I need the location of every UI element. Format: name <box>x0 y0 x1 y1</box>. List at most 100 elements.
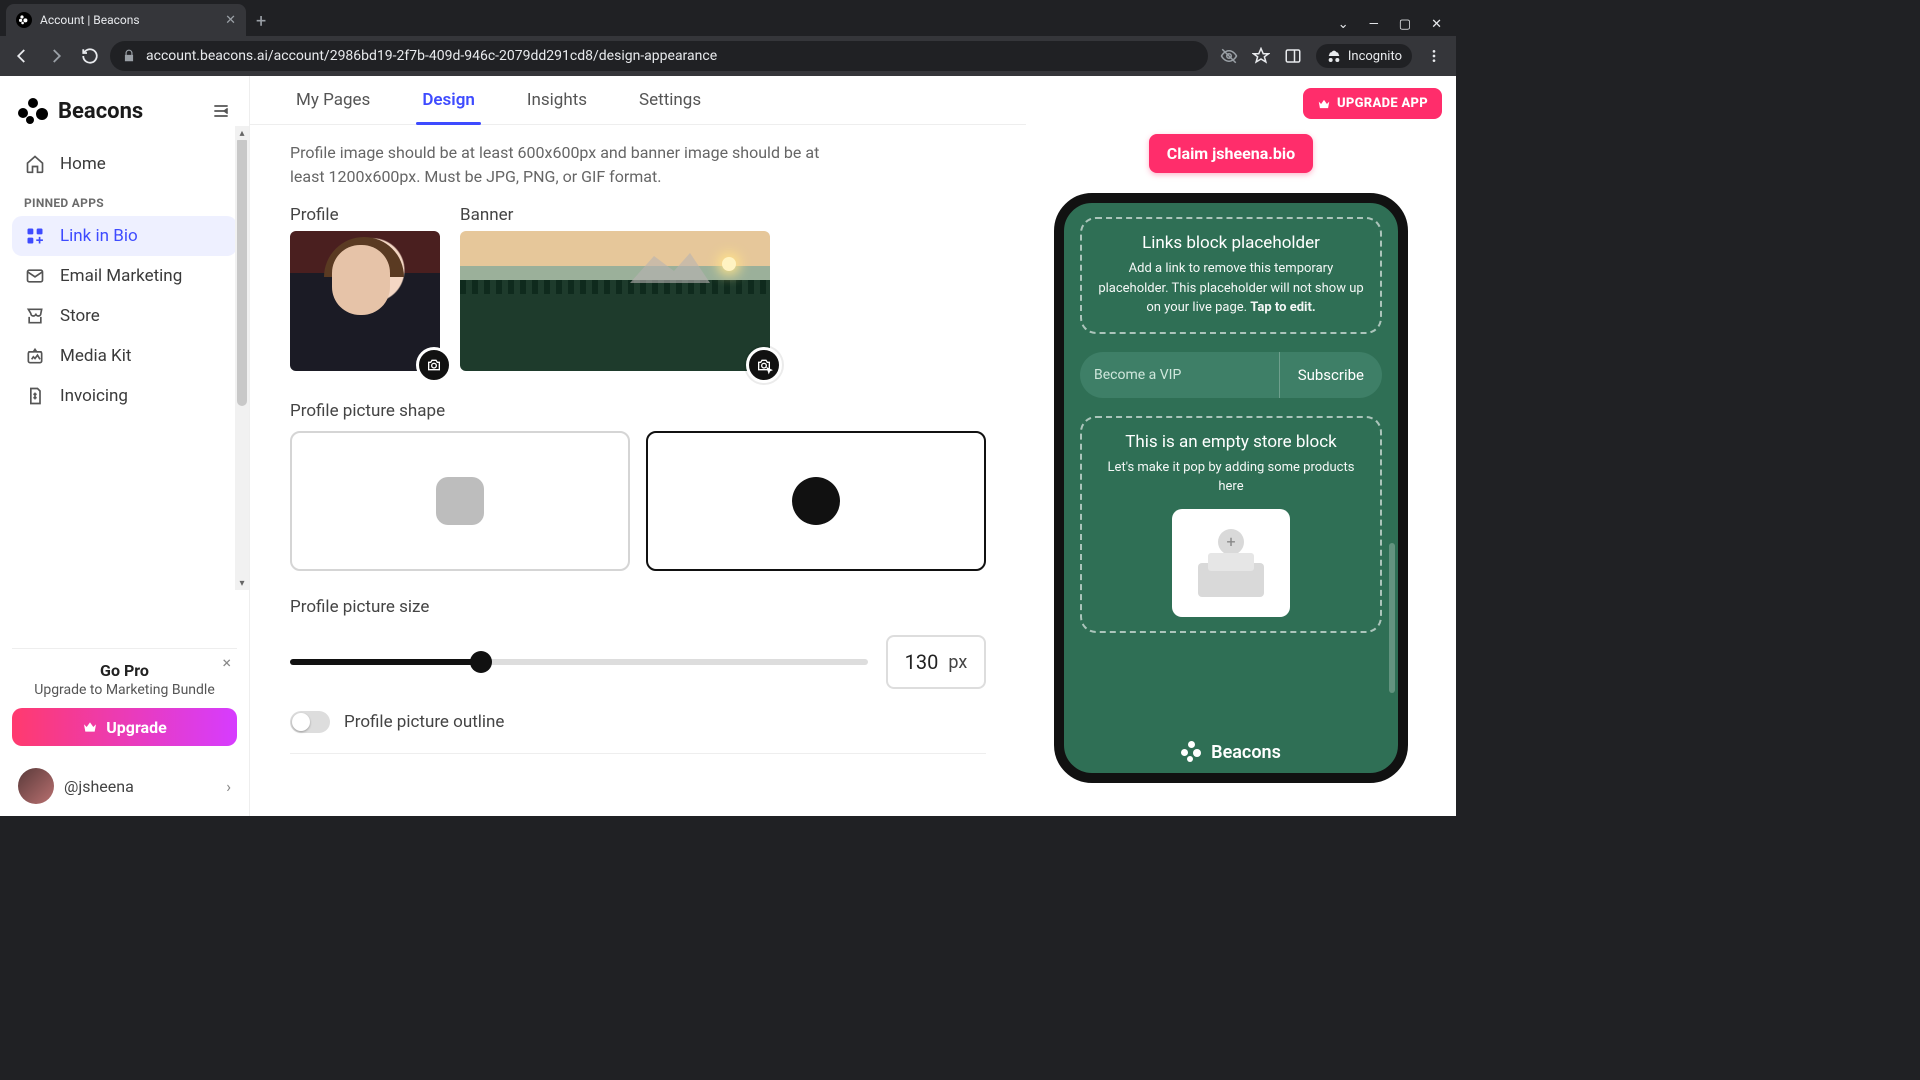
claim-domain-button[interactable]: Claim jsheena.bio <box>1149 134 1313 173</box>
sidebar-item-invoicing[interactable]: Invoicing <box>12 376 237 416</box>
sidebar-item-label: Store <box>60 306 100 326</box>
window-minimize-icon[interactable]: ― <box>1369 17 1379 32</box>
url-text: account.beacons.ai/account/2986bd19-2f7b… <box>146 48 717 64</box>
incognito-label: Incognito <box>1348 49 1402 64</box>
eye-off-icon[interactable] <box>1220 47 1238 65</box>
preview-store-body: Let's make it pop by adding some product… <box>1094 458 1368 497</box>
window-controls: ⌄ ― ▢ ✕ <box>1324 17 1456 36</box>
window-maximize-icon[interactable]: ▢ <box>1399 17 1411 32</box>
shape-option-square[interactable] <box>290 431 630 571</box>
tab-title: Account | Beacons <box>40 13 140 27</box>
media-kit-icon <box>24 346 46 366</box>
brand-logo-icon <box>1181 741 1203 763</box>
sidebar-item-email-marketing[interactable]: Email Marketing <box>12 256 237 296</box>
promo-card: × Go Pro Upgrade to Marketing Bundle Upg… <box>12 648 237 756</box>
upgrade-label: UPGRADE APP <box>1337 96 1428 111</box>
plus-icon: + <box>1218 529 1244 555</box>
sidebar-item-label: Invoicing <box>60 386 128 406</box>
browser-tab[interactable]: Account | Beacons ✕ <box>6 4 246 36</box>
sidebar-item-link-in-bio[interactable]: Link in Bio <box>12 216 237 256</box>
change-profile-image-button[interactable] <box>416 347 452 383</box>
brand-logo-icon <box>18 96 48 126</box>
sidebar-item-media-kit[interactable]: Media Kit <box>12 336 237 376</box>
size-unit: px <box>948 652 967 673</box>
favicon-icon <box>16 12 32 28</box>
reload-button[interactable] <box>76 42 104 70</box>
chevron-right-icon: › <box>226 777 231 796</box>
store-icon <box>24 306 46 326</box>
preview-scrollbar[interactable] <box>1389 543 1395 693</box>
incognito-icon <box>1326 48 1342 64</box>
profile-label: Profile <box>290 205 440 225</box>
phone-preview[interactable]: Links block placeholder Add a link to re… <box>1054 193 1408 783</box>
shape-label: Profile picture shape <box>290 401 986 421</box>
preview-vip-input[interactable]: Become a VIP <box>1080 352 1280 398</box>
preview-store-block[interactable]: This is an empty store block Let's make … <box>1080 416 1382 633</box>
square-shape-icon <box>436 477 484 525</box>
preview-store-title: This is an empty store block <box>1094 432 1368 452</box>
camera-icon <box>426 357 442 373</box>
size-slider[interactable] <box>290 659 868 665</box>
tab-insights[interactable]: Insights <box>521 90 593 124</box>
promo-title: Go Pro <box>12 661 237 680</box>
bookmark-star-icon[interactable] <box>1252 47 1270 65</box>
preview-vip-block[interactable]: Become a VIP Subscribe <box>1080 352 1382 398</box>
preview-footer: Beacons <box>1064 741 1398 763</box>
sidebar-scrollbar-thumb[interactable] <box>237 136 247 406</box>
lock-icon <box>122 49 136 63</box>
sidebar-collapse-button[interactable] <box>211 101 231 121</box>
outline-toggle[interactable] <box>290 711 330 733</box>
incognito-indicator[interactable]: Incognito <box>1316 44 1412 68</box>
banner-image[interactable] <box>460 231 770 371</box>
grid-plus-icon <box>24 226 46 246</box>
crown-icon <box>1317 97 1331 111</box>
sidebar-item-label: Email Marketing <box>60 266 182 286</box>
tab-my-pages[interactable]: My Pages <box>290 90 376 124</box>
tab-close-icon[interactable]: ✕ <box>225 13 236 28</box>
window-close-icon[interactable]: ✕ <box>1431 17 1442 32</box>
user-handle: @jsheena <box>64 777 134 796</box>
size-value: 130 <box>905 650 939 674</box>
promo-close-button[interactable]: × <box>222 653 231 672</box>
scroll-down-icon[interactable]: ▾ <box>235 576 249 590</box>
sidebar-item-home[interactable]: Home <box>12 144 237 184</box>
sidebar-item-store[interactable]: Store <box>12 296 237 336</box>
tab-design[interactable]: Design <box>416 90 481 124</box>
new-tab-button[interactable]: + <box>246 11 276 36</box>
forward-button[interactable] <box>42 42 70 70</box>
sidebar: Beacons ▴ ▾ Home PINNED APPS Link in Bio <box>0 76 250 816</box>
browser-toolbar: account.beacons.ai/account/2986bd19-2f7b… <box>0 36 1456 76</box>
preview-store-image-slot[interactable]: + <box>1172 509 1290 617</box>
brand-name: Beacons <box>58 99 143 124</box>
size-label: Profile picture size <box>290 597 986 617</box>
tray-icon <box>1198 563 1264 597</box>
size-value-box[interactable]: 130 px <box>886 635 986 689</box>
outline-toggle-label: Profile picture outline <box>344 712 504 732</box>
preview-links-block[interactable]: Links block placeholder Add a link to re… <box>1080 217 1382 334</box>
promo-subtitle: Upgrade to Marketing Bundle <box>12 682 237 698</box>
sidebar-section-pinned: PINNED APPS <box>12 184 237 216</box>
envelope-icon <box>24 266 46 286</box>
kebab-menu-icon[interactable] <box>1426 48 1442 64</box>
cursor-icon <box>765 366 775 376</box>
profile-image[interactable] <box>290 231 440 371</box>
back-button[interactable] <box>8 42 36 70</box>
promo-upgrade-button[interactable]: Upgrade <box>12 708 237 746</box>
upgrade-app-button[interactable]: UPGRADE APP <box>1303 88 1442 119</box>
user-menu[interactable]: @jsheena › <box>12 756 237 804</box>
preview-subscribe-button[interactable]: Subscribe <box>1280 352 1382 398</box>
circle-shape-icon <box>792 477 840 525</box>
avatar <box>18 768 54 804</box>
tab-settings[interactable]: Settings <box>633 90 707 124</box>
home-icon <box>24 154 46 174</box>
slider-knob[interactable] <box>470 651 492 673</box>
shape-option-circle[interactable] <box>646 431 986 571</box>
change-banner-image-button[interactable] <box>746 347 782 383</box>
address-bar[interactable]: account.beacons.ai/account/2986bd19-2f7b… <box>110 41 1208 71</box>
preview-links-body: Add a link to remove this temporary plac… <box>1098 261 1363 315</box>
preview-column: UPGRADE APP Claim jsheena.bio Links bloc… <box>1026 76 1456 816</box>
side-panel-icon[interactable] <box>1284 47 1302 65</box>
scroll-up-icon[interactable]: ▴ <box>235 126 249 140</box>
tab-search-icon[interactable]: ⌄ <box>1338 17 1349 32</box>
sidebar-item-label: Home <box>60 154 106 174</box>
